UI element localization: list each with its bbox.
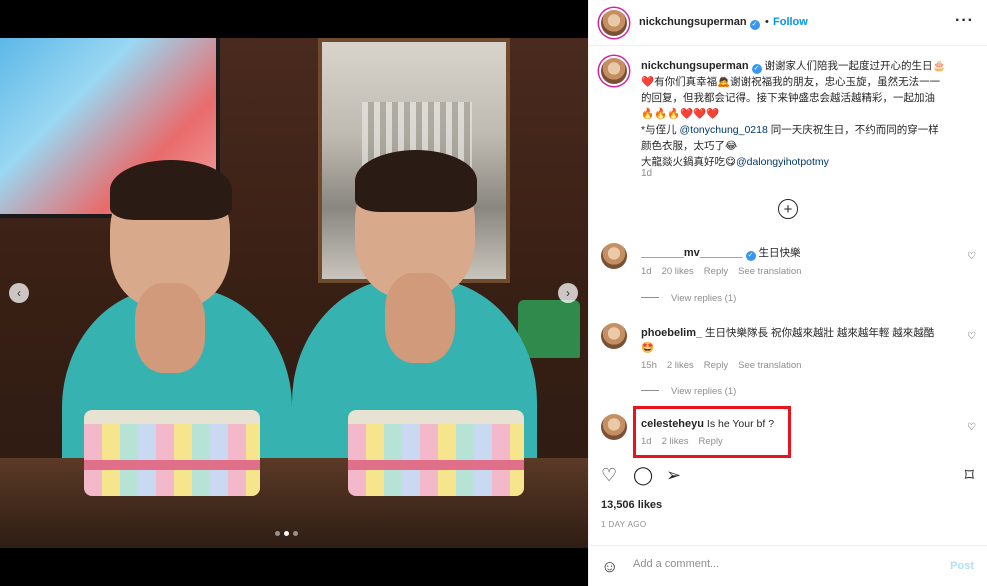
commenter-username[interactable]: _______mv_______ ✓ [641,247,756,261]
next-slide-button[interactable]: › [558,283,578,303]
commenter-avatar[interactable] [601,243,627,269]
mention-link[interactable]: @tonychung_0218 [680,124,768,136]
like-comment-heart-icon[interactable]: ♡ [967,251,976,262]
comment-highlight-box [633,406,791,458]
post-panel: nickchungsuperman ✓ • Follow ··· nickchun… [588,0,987,586]
hair-left [110,160,232,220]
comment-bubble-icon[interactable]: ◯ [633,466,653,484]
caption-line: 谢谢家人们陪我一起度过开心的生日🎂 [764,60,946,72]
caption-line: 大龍燚火鍋真好吃😋 [641,156,736,168]
hair-right [355,150,477,212]
carousel-dot [293,531,298,536]
like-comment-heart-icon[interactable]: ♡ [967,422,976,433]
separator-dot: • [765,16,769,28]
reply-button[interactable]: Reply [704,266,728,277]
caption-timestamp[interactable]: 1d [641,168,652,179]
caption-line: 🔥🔥🔥❤️❤️❤️ [641,108,720,120]
like-heart-icon[interactable]: ♡ [601,466,617,484]
caption-text: nickchungsuperman ✓ 谢谢家人们陪我一起度过开心的生日🎂 ❤️有… [641,58,971,170]
view-replies-button[interactable]: View replies (1) [641,293,736,304]
comment-text: _______mv_______ ✓ 生日快樂 [641,247,801,261]
verified-badge-icon: ✓ [751,64,762,74]
commenter-avatar[interactable] [601,414,627,440]
previous-slide-button[interactable]: ‹ [9,283,29,303]
carousel-dot-active [284,531,289,536]
carousel-dot [275,531,280,536]
comment-composer: ☺ Post [589,545,987,586]
comment-input[interactable] [633,558,933,570]
verified-badge-icon: ✓ [745,251,756,261]
caption-line: 的回复，但我都会记得。接下来钟盛忠会越活越精彩，一起加油 [641,92,935,104]
comment-text: phoebelim_ 生日快樂隊長 祝你越來越壯 越來越年輕 越來越酷 🤩 [641,327,935,354]
comment-meta: 1d 20 likes Reply See translation [641,266,801,277]
praying-hands-right [385,273,455,363]
share-send-icon[interactable]: ➢ [666,466,681,484]
post-actions: ♡ ◯ ➢ ⌑ [589,462,987,492]
post-date: 1 DAY AGO [601,520,647,529]
verified-badge-icon: ✓ [749,20,760,30]
emoji-picker-icon[interactable]: ☺ [601,557,618,577]
caption-avatar[interactable] [601,58,627,84]
caption-line: 颜色衣服，太巧了😂 [641,140,738,152]
view-replies-button[interactable]: View replies (1) [641,386,736,397]
caption-line: 同一天庆祝生日，不约而同的穿一样 [767,124,939,136]
more-options-icon[interactable]: ··· [955,12,974,30]
praying-hands-left [135,283,205,373]
commenter-avatar[interactable] [601,323,627,349]
comment-time[interactable]: 1d [641,266,652,277]
see-translation-button[interactable]: See translation [738,266,801,277]
caption-username[interactable]: nickchungsuperman ✓ [641,60,762,74]
comment-likes[interactable]: 2 likes [667,360,694,371]
post-header: nickchungsuperman ✓ • Follow ··· [589,0,987,46]
post-media: ‹ › [0,0,588,586]
save-bookmark-icon[interactable]: ⌑ [965,466,974,484]
mention-link[interactable]: @dalongyihotpotmy [736,156,829,168]
comment-likes[interactable]: 20 likes [662,266,694,277]
carousel-dots [275,531,298,536]
commenter-username[interactable]: phoebelim_ [641,327,702,339]
post-comment-button[interactable]: Post [950,560,974,572]
caption-line: ❤️有你们真幸福🙇谢谢祝福我的朋友，忠心玉旋，虽然无法一一 [641,76,941,88]
comment-time[interactable]: 15h [641,360,657,371]
author-username[interactable]: nickchungsuperman ✓ [639,16,760,30]
like-comment-heart-icon[interactable]: ♡ [967,331,976,342]
load-more-comments-icon[interactable]: + [778,199,798,219]
comment-meta: 15h 2 likes Reply See translation [641,360,801,371]
reply-button[interactable]: Reply [704,360,728,371]
cake-right [348,410,524,496]
bucket [518,300,580,358]
ribbon-right [348,460,524,470]
caption-line: *与侄儿 [641,124,680,136]
follow-button[interactable]: Follow [773,16,808,28]
ribbon-left [84,460,260,470]
see-translation-button[interactable]: See translation [738,360,801,371]
like-count[interactable]: 13,506 likes [601,499,662,511]
author-avatar[interactable] [601,10,627,36]
cake-left [84,410,260,496]
